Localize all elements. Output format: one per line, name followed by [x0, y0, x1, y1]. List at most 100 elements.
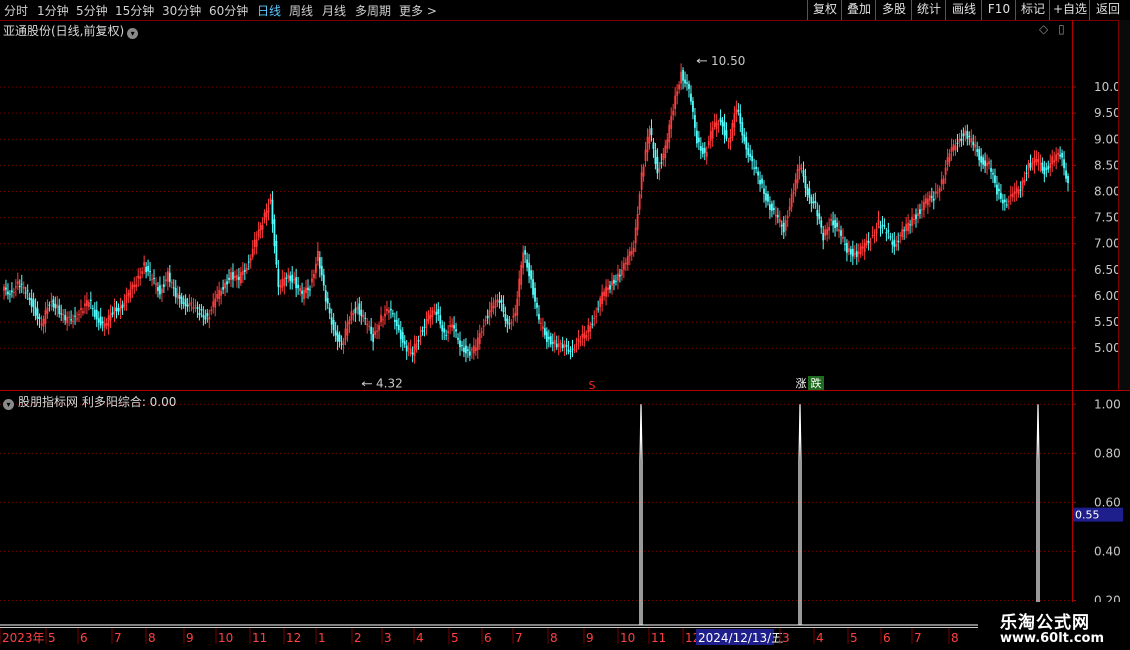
- candle-body: [488, 310, 491, 317]
- candle-body: [772, 207, 775, 211]
- candle-body: [103, 323, 106, 328]
- date-tick-label: 3: [782, 631, 790, 645]
- candle-body: [800, 167, 803, 169]
- candle-body: [859, 246, 862, 255]
- indicator-spike: [1036, 404, 1040, 625]
- candle-body: [87, 302, 90, 307]
- candle-body: [660, 162, 663, 164]
- chevron-down-icon[interactable]: ▾: [127, 28, 139, 39]
- candle-body: [573, 349, 576, 351]
- high-arrow: [696, 58, 707, 64]
- candle-body: [727, 140, 730, 142]
- candle-body: [340, 343, 343, 345]
- candle-body: [494, 300, 497, 308]
- candle-body: [735, 109, 738, 115]
- stock-chart[interactable]: 5.00 5.50 6.00 6.50 7.00 7.50 8.00 8.50 9.00 9.50…: [0, 0, 1130, 650]
- candle-body: [198, 312, 201, 316]
- candle-body: [279, 285, 282, 288]
- candle-body: [466, 349, 469, 351]
- candle-body: [855, 251, 858, 257]
- candle-body: [725, 130, 728, 139]
- candle-body: [1009, 194, 1012, 197]
- candle-body: [1033, 157, 1036, 166]
- candle-body: [478, 333, 481, 344]
- candle-body: [1065, 170, 1067, 179]
- candle-body: [461, 345, 463, 347]
- candle-body: [413, 344, 416, 357]
- candle-body: [149, 270, 151, 273]
- side-scrollbar[interactable]: [1118, 20, 1130, 390]
- candle-body: [429, 315, 432, 320]
- candle-body: [893, 239, 896, 247]
- candle-body: [715, 121, 718, 129]
- candle-body: [384, 313, 386, 317]
- candle-body: [40, 323, 43, 326]
- candle-body: [409, 348, 412, 354]
- candle-body: [942, 178, 945, 185]
- candle-body: [755, 166, 758, 170]
- candle-body: [1053, 160, 1056, 163]
- candle-body: [889, 236, 892, 238]
- candle-body: [403, 341, 406, 345]
- candle-body: [919, 209, 921, 214]
- candle-body: [780, 224, 783, 227]
- candle-body: [289, 275, 292, 281]
- candle-body: [670, 116, 673, 130]
- candle-body: [972, 141, 975, 146]
- candle-body: [654, 149, 657, 164]
- diamond-icon[interactable]: ◇: [1039, 22, 1048, 36]
- candle-body: [536, 302, 538, 308]
- indicator-tick-label: 0.40: [1094, 544, 1121, 558]
- candle-body: [174, 287, 177, 298]
- candle-body: [547, 336, 550, 340]
- candle-body: [664, 145, 667, 159]
- candle-body: [5, 287, 7, 290]
- candle-body: [565, 345, 568, 347]
- candle-body: [804, 176, 807, 189]
- candle-body: [1035, 159, 1038, 163]
- candle-body: [915, 214, 917, 220]
- candle-body: [567, 349, 570, 352]
- candle-body: [117, 308, 120, 312]
- candle-body: [932, 198, 935, 201]
- candle-body: [374, 331, 377, 335]
- candle-body: [899, 235, 902, 237]
- candle-body: [382, 319, 384, 321]
- candle-body: [60, 313, 63, 315]
- candle-body: [447, 331, 450, 334]
- candle-body: [705, 152, 708, 157]
- candle-body: [455, 329, 457, 332]
- window-icon[interactable]: ▯: [1058, 22, 1065, 36]
- candle-body: [84, 303, 86, 307]
- candle-body: [581, 333, 584, 338]
- candle-body: [530, 270, 532, 280]
- candle-body: [520, 264, 523, 285]
- candle-body: [988, 161, 990, 165]
- candle-body: [273, 219, 276, 247]
- candle-body: [7, 291, 9, 295]
- candle-body: [798, 164, 801, 171]
- candle-body: [311, 278, 313, 283]
- candle-body: [72, 320, 74, 322]
- chevron-down-icon[interactable]: ▾: [3, 399, 14, 410]
- candle-body: [944, 167, 947, 175]
- candle-body: [441, 324, 444, 332]
- indicator-panel-title: ▾ 股朋指标网 利多阳综合: 0.00: [3, 393, 176, 410]
- candle-body: [326, 298, 329, 304]
- candle-body: [946, 157, 949, 165]
- candle-body: [1021, 180, 1024, 189]
- date-tick-label: 6: [80, 631, 88, 645]
- candle-body: [38, 317, 41, 320]
- indicator-spike: [798, 404, 802, 625]
- indicator-spike: [639, 404, 643, 625]
- candle-body: [328, 307, 331, 314]
- candle-body: [958, 139, 961, 143]
- candlestick-series: [3, 63, 1069, 364]
- candle-body: [1011, 193, 1014, 198]
- candle-body: [543, 328, 546, 336]
- candle-body: [251, 248, 254, 257]
- candle-body: [549, 336, 552, 345]
- candle-body: [378, 325, 380, 331]
- candle-body: [498, 300, 501, 303]
- candle-body: [968, 135, 971, 137]
